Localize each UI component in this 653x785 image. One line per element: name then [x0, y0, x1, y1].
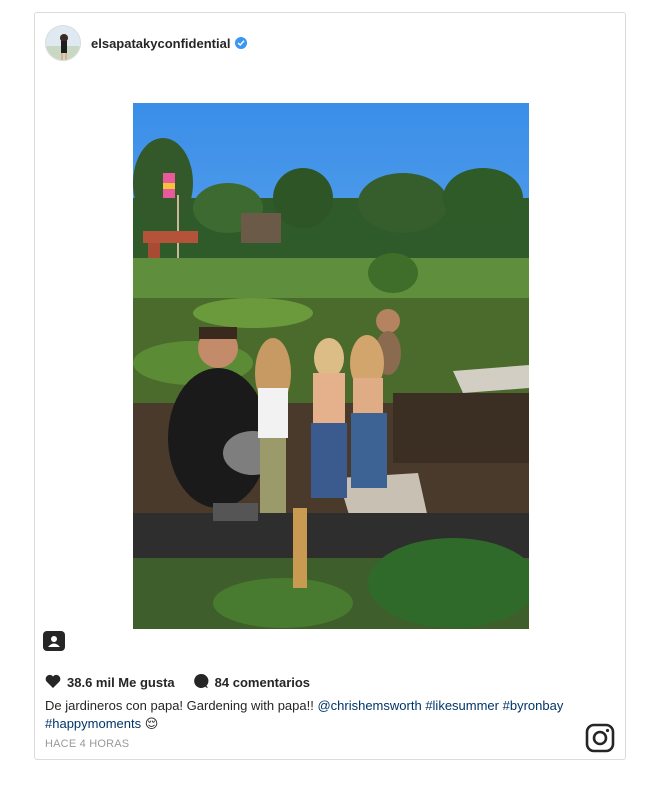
comment-bubble-icon[interactable]: [193, 673, 209, 692]
post-actions: 38.6 mil Me gusta 84 comentarios: [45, 673, 328, 692]
post-timestamp[interactable]: HACE 4 HORAS: [45, 738, 129, 750]
caption-mention-link[interactable]: @chrishemsworth: [317, 698, 421, 713]
username-link[interactable]: elsapatakyconfidential: [91, 36, 230, 51]
caption-emoji: 😌: [144, 716, 159, 731]
instagram-embed-card: elsapatakyconfidential 38.6 mil Me gusta…: [34, 12, 626, 760]
avatar-image: [46, 26, 80, 60]
likes-count[interactable]: 38.6 mil Me gusta: [67, 675, 175, 690]
post-header: elsapatakyconfidential: [45, 23, 248, 63]
verified-badge-icon: [235, 37, 248, 49]
heart-icon[interactable]: [45, 674, 61, 692]
hashtag-link[interactable]: #byronbay: [503, 698, 564, 713]
post-photo[interactable]: [133, 103, 529, 629]
comments-count[interactable]: 84 comentarios: [215, 675, 310, 690]
instagram-logo-icon[interactable]: [585, 723, 615, 753]
user-tag-icon[interactable]: [43, 631, 65, 651]
garden-photo: [133, 103, 529, 629]
post-caption: De jardineros con papa! Gardening with p…: [45, 697, 605, 733]
hashtag-link[interactable]: #likesummer: [425, 698, 499, 713]
avatar[interactable]: [45, 25, 81, 61]
caption-text: De jardineros con papa! Gardening with p…: [45, 698, 318, 713]
hashtag-link[interactable]: #happymoments: [45, 716, 141, 731]
